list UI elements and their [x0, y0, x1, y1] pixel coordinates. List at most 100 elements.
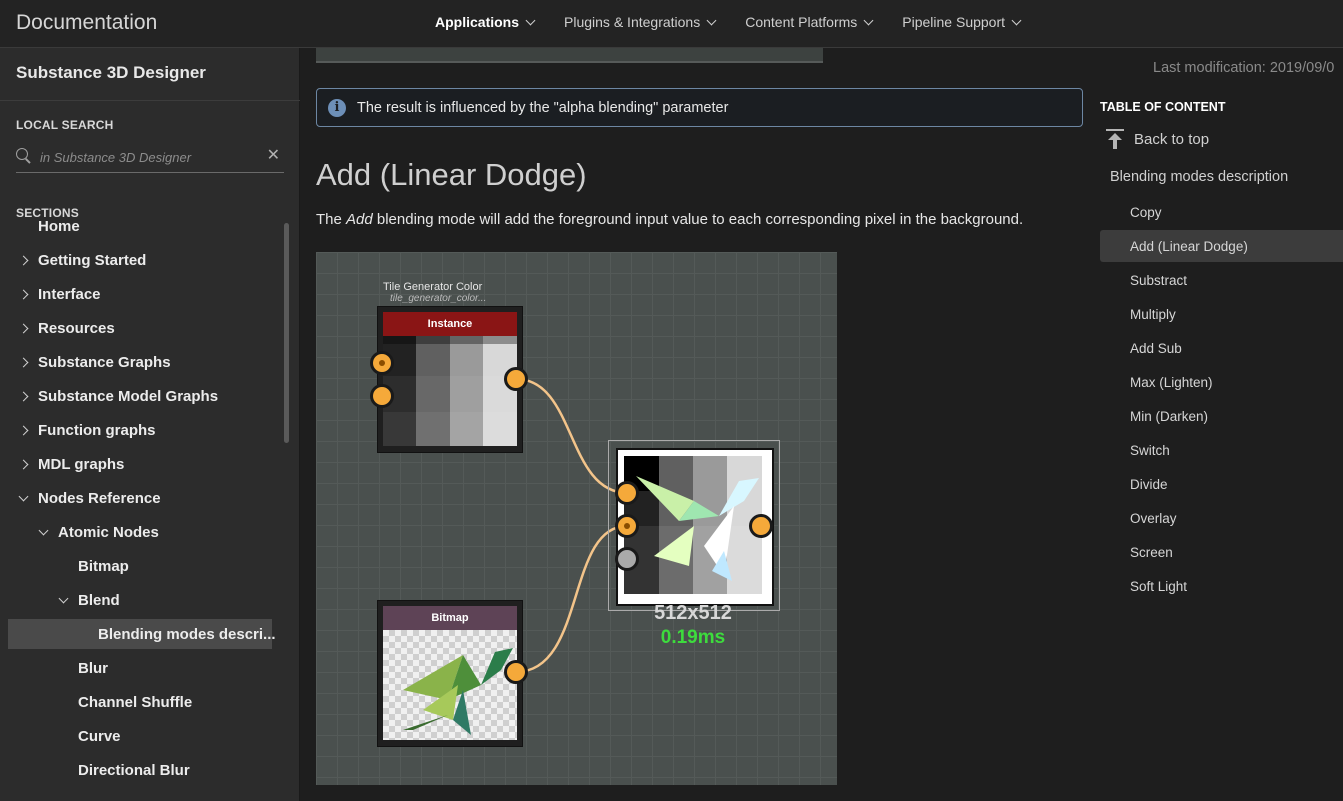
toc-item-label: Add (Linear Dodge)	[1130, 238, 1248, 254]
sidebar-item-mdl-graphs[interactable]: MDL graphs	[16, 449, 124, 479]
sidebar-item-atomic-nodes[interactable]: Atomic Nodes	[36, 517, 159, 547]
toc-item-max-lighten[interactable]: Max (Lighten)	[1100, 366, 1343, 398]
nav-plugins-integrations[interactable]: Plugins & Integrations	[564, 14, 717, 30]
previous-figure-bottom	[316, 48, 823, 63]
sidebar-item-function-graphs[interactable]: Function graphs	[16, 415, 156, 445]
toc-item-substract[interactable]: Substract	[1100, 264, 1343, 296]
sidebar-item-resources[interactable]: Resources	[16, 313, 115, 343]
node-header: Instance	[383, 312, 517, 336]
toc-item-add-linear-dodge[interactable]: Add (Linear Dodge)	[1100, 230, 1343, 262]
sidebar-item-nodes-reference[interactable]: Nodes Reference	[16, 483, 161, 513]
input-pin[interactable]	[370, 384, 394, 408]
sidebar-item-home[interactable]: Home	[16, 211, 80, 241]
nav-pipeline-support[interactable]: Pipeline Support	[902, 14, 1022, 30]
chevron-down-icon	[1011, 15, 1022, 25]
sidebar-item-blending-modes-description[interactable]: Blending modes descri...	[8, 619, 276, 649]
sidebar-item-directional-blur[interactable]: Directional Blur	[78, 755, 190, 785]
chevron-right-icon[interactable]	[16, 357, 30, 367]
toc-parent-link[interactable]: Blending modes description	[1110, 169, 1288, 185]
chevron-right-icon[interactable]	[16, 391, 30, 401]
input-pin[interactable]	[370, 351, 394, 375]
clear-icon[interactable]: ✕	[267, 145, 280, 165]
chevron-right-icon[interactable]	[16, 459, 30, 469]
sidebar-item-label: Bitmap	[78, 557, 129, 575]
description-text: blending mode will add the foreground in…	[372, 211, 1024, 228]
node-header: Bitmap	[383, 606, 517, 630]
nav-content-platforms[interactable]: Content Platforms	[745, 14, 874, 30]
toc-item-label: Switch	[1130, 442, 1170, 458]
product-title[interactable]: Substance 3D Designer	[16, 63, 206, 83]
last-modification: Last modification: 2019/09/0	[1153, 60, 1335, 76]
sidebar-item-curve[interactable]: Curve	[78, 721, 121, 751]
toc-item-soft-light[interactable]: Soft Light	[1100, 570, 1343, 602]
output-pin[interactable]	[504, 660, 528, 684]
toc-item-label: Substract	[1130, 272, 1188, 288]
info-icon: i	[328, 99, 346, 117]
search-icon	[16, 148, 28, 160]
nav-label: Applications	[435, 14, 520, 30]
notice-text: The result is influenced by the "alpha b…	[357, 100, 729, 116]
chevron-right-icon[interactable]	[16, 289, 30, 299]
toc-item-label: Divide	[1130, 476, 1168, 492]
sidebar-item-interface[interactable]: Interface	[16, 279, 101, 309]
input-pin[interactable]	[615, 514, 639, 538]
nav-applications[interactable]: Applications	[435, 14, 536, 30]
documentation-brand[interactable]: Documentation	[16, 11, 157, 35]
chevron-right-icon[interactable]	[16, 255, 30, 265]
sidebar-item-blur[interactable]: Blur	[78, 653, 108, 683]
divider	[0, 100, 300, 101]
chevron-down-icon[interactable]	[36, 525, 50, 535]
top-navigation: Applications Plugins & Integrations Cont…	[435, 14, 1022, 30]
output-pin[interactable]	[504, 367, 528, 391]
sidebar-item-label: Home	[38, 217, 80, 235]
sidebar: Substance 3D Designer LOCAL SEARCH ✕ SEC…	[0, 48, 300, 801]
input-pin[interactable]	[615, 547, 639, 571]
sidebar-item-bitmap[interactable]: Bitmap	[78, 551, 129, 581]
toc-item-copy[interactable]: Copy	[1100, 196, 1343, 228]
toc-item-add-sub[interactable]: Add Sub	[1100, 332, 1343, 364]
tile-generator-node[interactable]: Instance	[377, 306, 523, 453]
toc-item-label: Add Sub	[1130, 340, 1182, 356]
chevron-down-icon	[863, 15, 874, 25]
toc-item-overlay[interactable]: Overlay	[1100, 502, 1343, 534]
output-compute-time: 0.19ms	[660, 627, 726, 648]
toc-item-multiply[interactable]: Multiply	[1100, 298, 1343, 330]
toc-item-label: Soft Light	[1130, 578, 1188, 594]
sidebar-item-label: Function graphs	[38, 421, 156, 439]
chevron-right-icon[interactable]	[16, 425, 30, 435]
sidebar-item-label: Nodes Reference	[38, 489, 161, 507]
toc-item-switch[interactable]: Switch	[1100, 434, 1343, 466]
toc-item-divide[interactable]: Divide	[1100, 468, 1343, 500]
sidebar-item-blend[interactable]: Blend	[56, 585, 120, 615]
sidebar-item-label: Blending modes descri...	[98, 625, 276, 643]
sidebar-item-substance-model-graphs[interactable]: Substance Model Graphs	[16, 381, 218, 411]
chevron-right-icon[interactable]	[16, 323, 30, 333]
sidebar-item-label: Resources	[38, 319, 115, 337]
toc-title: TABLE OF CONTENT	[1100, 100, 1226, 114]
sidebar-item-label: Getting Started	[38, 251, 147, 269]
toc-item-screen[interactable]: Screen	[1100, 536, 1343, 568]
back-to-top-link[interactable]: Back to top	[1106, 129, 1209, 149]
sidebar-item-label: Curve	[78, 727, 121, 745]
output-resolution: 512x512	[654, 602, 732, 624]
node-thumbnail	[383, 336, 517, 446]
local-search-input[interactable]	[38, 146, 262, 168]
nav-label: Plugins & Integrations	[564, 14, 701, 30]
chevron-down-icon	[525, 15, 536, 25]
input-pin[interactable]	[615, 481, 639, 505]
sidebar-item-label: Channel Shuffle	[78, 693, 193, 711]
back-to-top-label: Back to top	[1134, 130, 1210, 148]
sidebar-item-label: Substance Model Graphs	[38, 387, 219, 405]
sidebar-item-substance-graphs[interactable]: Substance Graphs	[16, 347, 171, 377]
node-identifier: tile_generator_color...	[390, 293, 487, 304]
chevron-down-icon[interactable]	[16, 491, 30, 501]
node-title: Tile Generator Color	[383, 281, 483, 293]
toc-item-min-darken[interactable]: Min (Darken)	[1100, 400, 1343, 432]
output-pin[interactable]	[749, 514, 773, 538]
sidebar-item-getting-started[interactable]: Getting Started	[16, 245, 146, 275]
sidebar-scrollbar[interactable]	[284, 223, 289, 443]
sidebar-item-label: Directional Blur	[78, 761, 190, 779]
bitmap-node[interactable]: Bitmap	[377, 600, 523, 747]
chevron-down-icon[interactable]	[56, 593, 70, 603]
sidebar-item-channel-shuffle[interactable]: Channel Shuffle	[78, 687, 192, 717]
